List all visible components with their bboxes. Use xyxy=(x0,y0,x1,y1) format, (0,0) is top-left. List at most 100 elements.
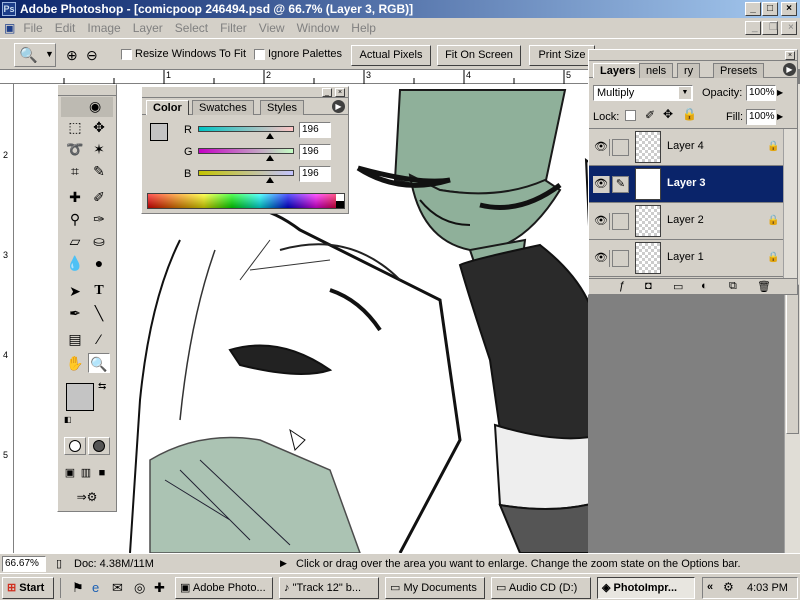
close-button[interactable]: × xyxy=(781,2,797,16)
pen-tool-icon[interactable]: ✒ xyxy=(64,303,86,323)
standard-mode-button[interactable] xyxy=(64,437,86,455)
channel-g-input[interactable]: 196 xyxy=(299,144,331,160)
layers-palette-header[interactable]: × xyxy=(589,50,797,61)
crop-tool-icon[interactable]: ⌗ xyxy=(64,161,86,181)
new-layer-icon[interactable]: ⧉ xyxy=(729,280,737,293)
visibility-eye-icon[interactable]: 👁 xyxy=(593,139,610,156)
palette-menu-icon[interactable]: ▶ xyxy=(332,100,345,113)
toolbox-header[interactable] xyxy=(58,85,116,96)
blur-tool-icon[interactable]: 💧 xyxy=(64,253,86,273)
full-screen-menu-mode-icon[interactable]: ▥ xyxy=(78,463,94,483)
color-palette-header[interactable]: _ × xyxy=(142,87,348,98)
doc-close-button[interactable]: × xyxy=(781,21,797,35)
menu-file[interactable]: File xyxy=(17,18,48,38)
menu-edit[interactable]: Edit xyxy=(49,18,82,38)
photoshop-icon[interactable]: Ps xyxy=(2,2,16,16)
color-ramp-white[interactable] xyxy=(336,194,344,201)
visibility-eye-icon[interactable]: 👁 xyxy=(593,250,610,267)
tab-styles[interactable]: Styles xyxy=(260,100,304,115)
lasso-tool-icon[interactable]: ➰ xyxy=(64,139,86,159)
blend-mode-select[interactable]: Multiply ▼ xyxy=(593,85,693,101)
layers-scrollbar[interactable] xyxy=(783,129,797,278)
new-set-icon[interactable]: ▭ xyxy=(673,280,683,293)
tab-channels[interactable]: nels xyxy=(639,63,674,78)
tray-expand-chevron[interactable]: « xyxy=(707,581,713,593)
slice-tool-icon[interactable]: ✎ xyxy=(88,161,110,181)
clone-stamp-tool-icon[interactable]: ⚲ xyxy=(64,209,86,229)
doc-minimize-button[interactable]: _ xyxy=(745,21,761,35)
taskbar-item-photoimpact[interactable]: ◈ PhotoImpr... xyxy=(597,577,695,599)
menu-doc-icon[interactable]: ▣ xyxy=(0,18,17,38)
tab-swatches[interactable]: Swatches xyxy=(192,100,254,115)
channel-r-input[interactable]: 196 xyxy=(299,122,331,138)
layer-link-slot[interactable] xyxy=(612,250,629,267)
print-size-button[interactable]: Print Size xyxy=(529,45,595,66)
tab-history[interactable]: ry xyxy=(677,63,701,78)
resize-windows-checkbox[interactable] xyxy=(121,49,132,60)
menu-layer[interactable]: Layer xyxy=(127,18,169,38)
maximize-button[interactable]: □ xyxy=(762,2,778,16)
taskbar-item-audio-cd[interactable]: ▭ Audio CD (D:) xyxy=(491,577,591,599)
layer-style-icon[interactable]: ƒ xyxy=(619,280,625,292)
quick-launch-5-icon[interactable]: ✚ xyxy=(154,580,165,596)
palette-menu-icon[interactable]: ▶ xyxy=(783,63,796,76)
paint-bucket-tool-icon[interactable]: ⛀ xyxy=(88,231,110,251)
trash-icon[interactable]: 🗑 xyxy=(757,280,771,293)
move-tool-icon[interactable]: ✥ xyxy=(88,117,110,137)
minimize-button[interactable]: _ xyxy=(745,2,761,16)
outlook-icon[interactable]: ✉ xyxy=(112,580,123,596)
foreground-color-swatch[interactable] xyxy=(66,383,94,411)
default-colors-icon[interactable]: ◧ xyxy=(64,415,72,424)
lock-transparency-icon[interactable] xyxy=(625,110,636,121)
layer-row-layer-1[interactable]: 👁 Layer 1 🔒 xyxy=(589,240,783,277)
fill-slider-arrow-icon[interactable]: ▶ xyxy=(777,112,783,121)
channel-b-slider[interactable] xyxy=(198,170,294,176)
tab-layers[interactable]: Layers xyxy=(593,63,643,78)
channel-b-input[interactable]: 196 xyxy=(299,166,331,182)
opacity-slider-arrow-icon[interactable]: ▶ xyxy=(777,88,783,97)
photoshop-eye-icon[interactable]: ◉ xyxy=(61,97,113,117)
color-ramp-black[interactable] xyxy=(336,201,344,208)
jump-to-imageready-icon[interactable]: ⇒⚙ xyxy=(64,487,110,507)
channel-r-slider[interactable] xyxy=(198,126,294,132)
taskbar-item-photoshop[interactable]: ▣ Adobe Photo... xyxy=(175,577,273,599)
lock-all-icon[interactable]: 🔒 xyxy=(682,107,697,121)
menu-help[interactable]: Help xyxy=(345,18,382,38)
tab-color[interactable]: Color xyxy=(146,100,189,115)
zoom-in-icon[interactable]: ⊕ xyxy=(66,47,78,64)
opacity-input[interactable]: 100% xyxy=(746,85,776,101)
status-menu-arrow-icon[interactable]: ▶ xyxy=(280,558,287,569)
quick-launch-1-icon[interactable]: ⚑ xyxy=(72,580,84,596)
channel-g-handle[interactable] xyxy=(266,155,274,161)
palette-minimize-icon[interactable]: _ xyxy=(322,88,332,97)
zoom-out-icon[interactable]: ⊖ xyxy=(86,47,98,64)
doc-restore-button[interactable]: ❐ xyxy=(762,21,778,35)
line-tool-icon[interactable]: ╲ xyxy=(88,303,110,323)
menu-filter[interactable]: Filter xyxy=(214,18,253,38)
scrollbar-thumb[interactable] xyxy=(786,284,799,434)
standard-screen-mode-icon[interactable]: ▣ xyxy=(62,463,78,483)
layer-row-layer-3[interactable]: 👁 ✎ Layer 3 xyxy=(589,166,783,203)
healing-brush-tool-icon[interactable]: ✚ xyxy=(64,187,86,207)
tool-preset-picker[interactable]: 🔍 ▼ xyxy=(14,43,56,67)
zoom-tool-icon[interactable]: 🔍 xyxy=(88,353,110,373)
visibility-eye-icon[interactable]: 👁 xyxy=(593,176,610,193)
dodge-tool-icon[interactable]: ● xyxy=(88,253,110,273)
menu-view[interactable]: View xyxy=(253,18,291,38)
lock-position-icon[interactable]: ✥ xyxy=(663,107,673,121)
history-brush-tool-icon[interactable]: ✑ xyxy=(88,209,110,229)
color-ramp[interactable] xyxy=(147,193,345,209)
eraser-tool-icon[interactable]: ▱ xyxy=(64,231,86,251)
taskbar-item-my-documents[interactable]: ▭ My Documents xyxy=(385,577,485,599)
fit-on-screen-button[interactable]: Fit On Screen xyxy=(437,45,521,66)
start-button[interactable]: ⊞ Start xyxy=(2,577,54,599)
zoom-level-field[interactable]: 66.67% xyxy=(2,556,46,572)
channel-r-handle[interactable] xyxy=(266,133,274,139)
ie-icon[interactable]: e xyxy=(92,580,99,595)
channel-b-handle[interactable] xyxy=(266,177,274,183)
menu-window[interactable]: Window xyxy=(291,18,346,38)
ignore-palettes-checkbox[interactable] xyxy=(254,49,265,60)
add-mask-icon[interactable]: ◘ xyxy=(645,280,652,292)
full-screen-mode-icon[interactable]: ■ xyxy=(94,463,110,483)
quick-mask-button[interactable] xyxy=(88,437,110,455)
